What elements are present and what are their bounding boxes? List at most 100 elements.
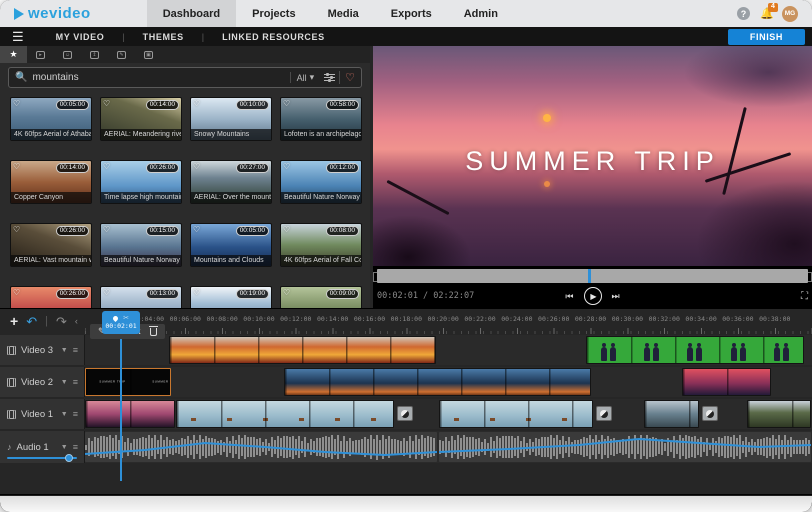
media-item[interactable]: ♡ 00:08:00 4K 60fps Aerial of Fall Colors … [280, 223, 362, 276]
favorite-heart-icon[interactable]: ♡ [13, 100, 20, 108]
menu-hamburger-icon[interactable]: ☰ [12, 30, 24, 43]
media-item[interactable]: ♡ 00:27:00 AERIAL: Over the mountain cliff [190, 160, 272, 213]
nav-item-admin[interactable]: Admin [448, 0, 514, 27]
favorite-heart-icon[interactable]: ♡ [193, 100, 200, 108]
media-item[interactable]: ♡ 00:12:00 Beautiful Nature Norway natu... [280, 160, 362, 213]
playhead-line[interactable] [120, 334, 122, 481]
undo-icon[interactable]: ↶ [26, 315, 37, 328]
volume-envelope[interactable] [85, 432, 437, 462]
media-item[interactable]: ♡ 00:14:00 AERIAL: Meandering river vin... [100, 97, 182, 150]
tab-my-video[interactable]: MY VIDEO [38, 32, 123, 42]
favorite-heart-icon[interactable]: ♡ [13, 226, 20, 234]
track-header-audio-1[interactable]: ♪ Audio 1 ▼ ≡ [0, 431, 85, 463]
track-drag-handle[interactable]: ≡ [73, 377, 78, 387]
user-avatar[interactable]: MG [782, 5, 798, 22]
track-drag-handle[interactable]: ≡ [73, 442, 78, 452]
tab-gallery-icon[interactable]: ▣ [135, 46, 162, 63]
track-lane-video-1[interactable] [85, 399, 812, 429]
history-icon[interactable]: ‹ [75, 316, 78, 326]
playhead-marker[interactable]: ✂ 00:02:01 [102, 311, 140, 334]
track-lane-video-2[interactable]: SUMMER TRIPSUMMER TRIP [85, 367, 812, 397]
filter-type-dropdown[interactable]: All ▾ [289, 72, 321, 83]
transition-icon[interactable] [702, 406, 718, 421]
track-lane-audio-1[interactable] [85, 431, 812, 463]
track-header-video-3[interactable]: Video 3 ▼ ≡ [0, 335, 85, 365]
favorite-heart-icon[interactable]: ♡ [283, 163, 290, 171]
delete-clip-icon[interactable] [148, 325, 158, 336]
chevron-down-icon[interactable]: ▼ [61, 411, 68, 418]
add-media-icon[interactable]: + [10, 314, 18, 328]
media-item[interactable]: ♡ 00:26:00 Time lapse high mountain land..… [100, 160, 182, 213]
notifications-bell-icon[interactable]: 🔔 4 [760, 2, 778, 20]
transition-icon[interactable] [596, 406, 612, 421]
nav-item-media[interactable]: Media [312, 0, 375, 27]
timeline-ruler[interactable]: 00:04:00 00:06:00 00:08:00 00:10:00 00:12:00… [85, 315, 812, 325]
favorite-heart-icon[interactable]: ♡ [283, 226, 290, 234]
chevron-down-icon[interactable]: ▼ [61, 347, 68, 354]
track-header-video-1[interactable]: Video 1 ▼ ≡ [0, 399, 85, 429]
clip-mountain-lake[interactable] [644, 400, 699, 428]
skip-start-icon[interactable]: ⏮ [565, 291, 573, 302]
favorites-heart-icon[interactable]: ♡ [339, 71, 355, 84]
favorite-heart-icon[interactable]: ♡ [193, 226, 200, 234]
tab-stock-media-icon[interactable]: ☺ [54, 46, 81, 63]
track-drag-handle[interactable]: ≡ [73, 345, 78, 355]
favorite-heart-icon[interactable]: ♡ [13, 163, 20, 171]
clip-greenscreen-people[interactable] [586, 336, 804, 364]
audio-clip[interactable] [439, 432, 811, 462]
help-icon[interactable]: ? [737, 7, 750, 20]
clip-pink-sunset[interactable] [682, 368, 771, 396]
favorite-heart-icon[interactable]: ♡ [283, 100, 290, 108]
media-item[interactable]: ♡ 00:05:00 Mountains and Clouds [190, 223, 272, 276]
track-drag-handle[interactable]: ≡ [73, 409, 78, 419]
favorite-heart-icon[interactable]: ♡ [193, 163, 200, 171]
media-item[interactable]: ♡00:19:00on top of mountain peak, aeria.… [190, 286, 272, 308]
preview-scrubber[interactable] [373, 269, 812, 283]
finish-button[interactable]: FINISH [727, 28, 805, 45]
volume-slider[interactable] [7, 454, 77, 462]
favorite-heart-icon[interactable]: ♡ [103, 289, 110, 297]
favorite-heart-icon[interactable]: ♡ [103, 226, 110, 234]
media-item[interactable]: ♡00:13:00Snowy Mountains II [100, 286, 182, 308]
favorite-heart-icon[interactable]: ♡ [103, 100, 110, 108]
tab-linked-resources[interactable]: LINKED RESOURCES [204, 32, 343, 42]
clip-kayaks-2[interactable] [439, 400, 593, 428]
clip-forest[interactable] [747, 400, 811, 428]
filter-sliders-icon[interactable] [324, 73, 336, 82]
favorite-heart-icon[interactable]: ♡ [103, 163, 110, 171]
chevron-down-icon[interactable]: ▼ [61, 379, 68, 386]
transition-icon[interactable] [397, 406, 413, 421]
nav-item-exports[interactable]: Exports [375, 0, 448, 27]
nav-item-dashboard[interactable]: Dashboard [146, 0, 237, 27]
preview-frame[interactable]: SUMMER TRIP [373, 46, 812, 266]
audio-clip[interactable] [85, 432, 437, 462]
track-lane-video-3[interactable] [85, 335, 812, 365]
nav-item-projects[interactable]: Projects [236, 0, 311, 27]
clip-title-selected[interactable]: SUMMER TRIPSUMMER TRIP [85, 368, 171, 396]
redo-icon[interactable]: ↷ [56, 315, 67, 328]
scrubber-playhead[interactable] [588, 269, 592, 283]
skip-end-icon[interactable]: ⏭ [612, 291, 620, 302]
tab-themes[interactable]: THEMES [125, 32, 202, 42]
favorite-heart-icon[interactable]: ♡ [13, 289, 20, 297]
clip-kayaks[interactable] [176, 400, 394, 428]
media-item[interactable]: ♡ 00:58:00 Lofoten is an archipelago in th… [280, 97, 362, 150]
play-button[interactable]: ▶ [583, 287, 602, 305]
favorite-heart-icon[interactable]: ♡ [283, 289, 290, 297]
volume-knob[interactable] [65, 454, 73, 462]
tab-folders-icon[interactable]: ▸ [27, 46, 54, 63]
media-item[interactable]: ♡ 00:14:00 Copper Canyon [10, 160, 92, 213]
media-item[interactable]: ♡ 00:10:00 Snowy Mountains [190, 97, 272, 150]
volume-envelope[interactable] [439, 432, 811, 462]
wevideo-logo[interactable]: wevideo [14, 5, 91, 22]
clip-fire-timelapse[interactable] [169, 336, 436, 364]
split-scissors-icon[interactable]: ✂ [123, 315, 129, 322]
media-item[interactable]: ♡ 00:05:00 4K 60fps Aerial of Athabasca ..… [10, 97, 92, 150]
clip-blue-sunset[interactable] [284, 368, 591, 396]
favorite-heart-icon[interactable]: ♡ [193, 289, 200, 297]
search-input[interactable] [32, 72, 290, 83]
media-item[interactable]: ♡00:26:00Sunrise over the Forested Mo... [10, 286, 92, 308]
tab-uploads-icon[interactable]: ↥ [81, 46, 108, 63]
clip-pink-lake[interactable] [85, 400, 175, 428]
tab-favorites[interactable]: ★ [0, 46, 27, 63]
